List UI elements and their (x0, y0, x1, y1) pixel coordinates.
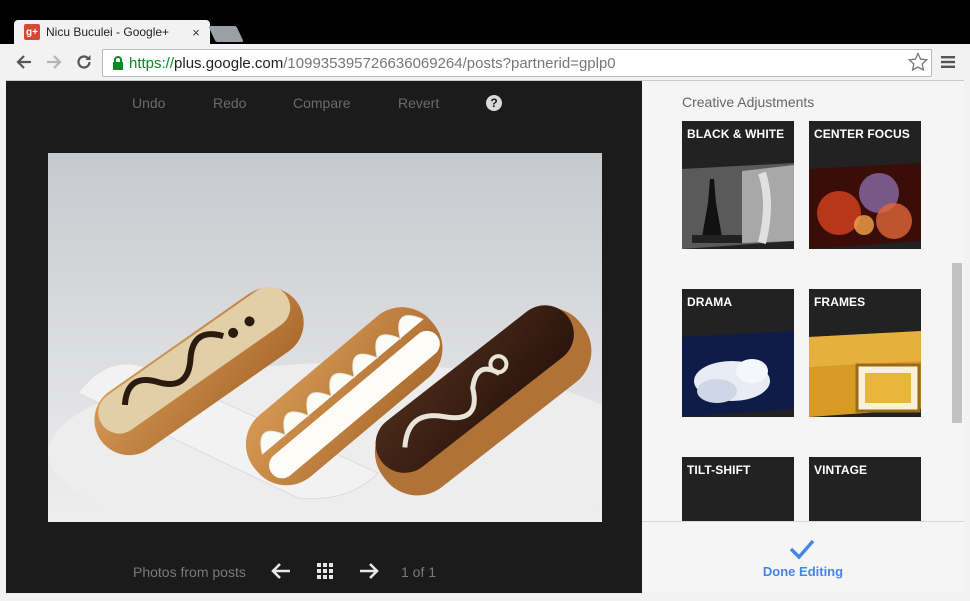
menu-icon[interactable] (940, 55, 956, 69)
checkmark-icon (789, 539, 815, 560)
previous-arrow-icon[interactable] (270, 561, 292, 581)
eclairs-photo (48, 153, 602, 522)
photo-navigation: Photos from posts 1 of 1 (6, 551, 642, 591)
center-focus-thumbnail (809, 163, 921, 249)
tab-strip: g+ Nicu Buculei - Google+ × (0, 0, 970, 44)
photos-from-posts-link[interactable]: Photos from posts (133, 564, 246, 580)
compare-button[interactable]: Compare (293, 95, 351, 111)
filter-label: DRAMA (687, 295, 733, 309)
done-editing-label: Done Editing (762, 564, 844, 579)
filter-label: CENTER FOCUS (814, 127, 910, 141)
revert-button[interactable]: Revert (398, 95, 439, 111)
help-icon[interactable]: ? (486, 95, 502, 111)
new-tab-button[interactable] (208, 26, 244, 42)
panel-scrollbar[interactable] (952, 263, 962, 423)
reload-icon[interactable] (74, 52, 94, 72)
filter-frames[interactable]: FRAMES (809, 289, 921, 417)
lock-icon (113, 56, 123, 70)
next-arrow-icon[interactable] (358, 561, 380, 581)
window-frame-right (964, 44, 970, 601)
filter-label: FRAMES (814, 295, 866, 309)
close-tab-icon[interactable]: × (188, 25, 204, 40)
url-text: https://plus.google.com/1099353957266360… (129, 54, 616, 72)
redo-button[interactable]: Redo (213, 95, 246, 111)
filter-label: TILT-SHIFT (687, 463, 751, 477)
done-editing-button[interactable]: Done Editing (642, 521, 964, 593)
drama-thumbnail (682, 331, 794, 417)
photo-counter: 1 of 1 (401, 564, 437, 580)
filter-black-white[interactable]: BLACK & WHITE (682, 121, 794, 249)
photo-viewer: Undo Redo Compare Revert ? Photos from p… (6, 81, 642, 593)
edit-toolbar: Undo Redo Compare Revert ? (6, 81, 642, 125)
google-plus-favicon-icon: g+ (24, 24, 40, 40)
window-frame-bottom (0, 593, 970, 601)
back-arrow-icon[interactable] (14, 52, 34, 72)
filter-center-focus[interactable]: CENTER FOCUS (809, 121, 921, 249)
browser-toolbar: https://plus.google.com/1099353957266360… (6, 44, 964, 81)
filter-label: VINTAGE (814, 463, 868, 477)
undo-button[interactable]: Undo (132, 95, 165, 111)
frames-thumbnail (809, 331, 921, 417)
grid-icon[interactable] (316, 562, 334, 580)
panel-title: Creative Adjustments (682, 94, 815, 110)
tab-title: Nicu Buculei - Google+ (46, 25, 170, 39)
star-icon[interactable] (908, 52, 928, 72)
black-white-thumbnail (682, 163, 794, 249)
filter-label: BLACK & WHITE (687, 127, 785, 141)
address-bar[interactable]: https://plus.google.com/1099353957266360… (102, 49, 932, 77)
filter-drama[interactable]: DRAMA (682, 289, 794, 417)
browser-tab[interactable]: g+ Nicu Buculei - Google+ × (14, 20, 210, 44)
creative-adjustments-panel: Creative Adjustments BLACK & WHITE CENTE… (642, 81, 964, 593)
forward-arrow-icon[interactable] (44, 52, 64, 72)
